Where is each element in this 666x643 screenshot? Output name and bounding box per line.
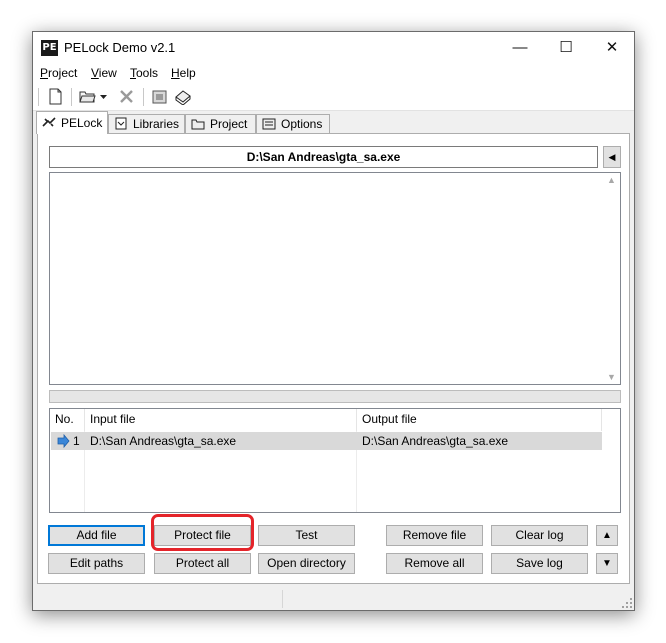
menu-project[interactable]: Project [40, 66, 77, 80]
highlight-annotation [151, 514, 254, 551]
protect-all-button[interactable]: Protect all [154, 553, 251, 574]
toolbar-separator [71, 88, 72, 106]
menu-tools-label: ools [136, 66, 159, 80]
dropdown-arrow-icon[interactable] [99, 88, 109, 105]
move-down-button[interactable]: ▼ [596, 553, 618, 574]
menu-view-label: iew [98, 66, 117, 80]
tab-project[interactable]: Project [185, 114, 256, 133]
table-row[interactable]: 1 D:\San Andreas\gta_sa.exe D:\San Andre… [51, 432, 602, 450]
column-header-output[interactable]: Output file [357, 409, 602, 431]
arrow-right-icon [57, 434, 70, 448]
menu-help[interactable]: Help [171, 66, 196, 80]
files-table: No. Input file Output file 1 D:\San Andr… [49, 408, 621, 513]
status-separator [282, 590, 283, 608]
close-button[interactable]: ✕ [589, 32, 635, 63]
menu-project-label: roject [48, 66, 78, 80]
close-x-icon[interactable] [118, 88, 135, 105]
pelock-panel: D:\San Andreas\gta_sa.exe ◀ ▲ ▼ No. Inpu… [37, 133, 630, 584]
scroll-up-icon[interactable]: ▲ [603, 175, 620, 185]
remove-all-button[interactable]: Remove all [386, 553, 483, 574]
row-output-file: D:\San Andreas\gta_sa.exe [362, 434, 509, 448]
tab-label: Libraries [133, 117, 180, 131]
menu-help-label: elp [179, 66, 196, 80]
new-file-icon[interactable] [47, 88, 64, 105]
scroll-down-icon[interactable]: ▼ [603, 372, 620, 382]
move-up-button[interactable]: ▲ [596, 525, 618, 546]
menu-bar: Project View Tools Help [33, 63, 634, 83]
menu-view-hotkey: V [91, 66, 99, 80]
project-icon [191, 119, 205, 130]
menu-view[interactable]: View [91, 66, 117, 80]
tab-label: Options [281, 117, 323, 131]
save-log-button[interactable]: Save log [491, 553, 588, 574]
toolbar-grip [38, 88, 39, 106]
remove-file-button[interactable]: Remove file [386, 525, 483, 546]
resize-grip-icon[interactable] [622, 598, 632, 608]
toolbar [33, 83, 634, 111]
protect-icon[interactable] [151, 88, 168, 105]
tab-label: Project [210, 117, 248, 131]
toolbar-separator [143, 88, 144, 106]
tab-strip: PELock Libraries Project Options [33, 111, 634, 134]
file-path-field[interactable]: D:\San Andreas\gta_sa.exe [49, 146, 598, 168]
column-header-no[interactable]: No. [50, 409, 85, 431]
menu-help-hotkey: H [171, 66, 180, 80]
edit-paths-button[interactable]: Edit paths [48, 553, 145, 574]
add-file-button[interactable]: Add file [48, 525, 145, 546]
menu-tools[interactable]: Tools [130, 66, 158, 80]
tab-libraries[interactable]: Libraries [108, 114, 185, 133]
row-input-file: D:\San Andreas\gta_sa.exe [90, 434, 237, 448]
tab-options[interactable]: Options [256, 114, 330, 133]
row-number: 1 [73, 434, 80, 448]
log-scrollbar[interactable]: ▲ ▼ [603, 173, 620, 384]
window-title: PELock Demo v2.1 [64, 40, 176, 55]
book-icon[interactable] [174, 88, 191, 105]
menu-project-hotkey: P [40, 66, 49, 80]
tab-pelock[interactable]: PELock [36, 111, 108, 134]
tab-label: PELock [61, 116, 103, 130]
open-folder-icon[interactable] [79, 88, 96, 105]
maximize-button[interactable]: ☐ [543, 32, 589, 63]
app-window: PE PELock Demo v2.1 — ☐ ✕ Project View T… [32, 31, 635, 611]
clear-log-button[interactable]: Clear log [491, 525, 588, 546]
collapse-button[interactable]: ◀ [603, 146, 621, 168]
test-button[interactable]: Test [258, 525, 355, 546]
status-bar [33, 587, 634, 610]
libraries-icon [115, 117, 127, 130]
column-header-input[interactable]: Input file [85, 409, 357, 431]
log-area[interactable]: ▲ ▼ [49, 172, 621, 385]
app-logo: PE [41, 40, 58, 56]
options-icon [262, 118, 276, 130]
pelock-icon [42, 117, 56, 127]
progress-bar [49, 390, 621, 403]
chevron-left-icon: ◀ [608, 152, 616, 162]
open-directory-button[interactable]: Open directory [258, 553, 355, 574]
minimize-button[interactable]: — [497, 32, 543, 63]
title-bar[interactable]: PE PELock Demo v2.1 — ☐ ✕ [33, 32, 634, 63]
